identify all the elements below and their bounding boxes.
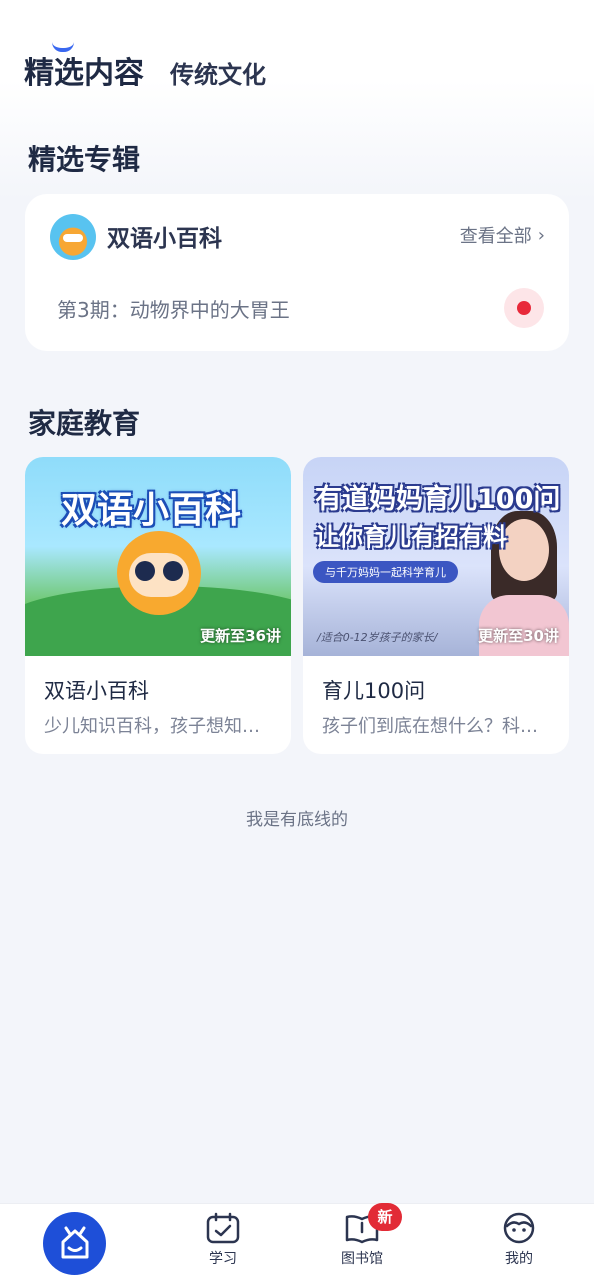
- featured-album-card[interactable]: 双语小百科 查看全部 › 第3期：动物界中的大胃王: [25, 194, 569, 351]
- cover-tagline: 与千万妈妈一起科学育儿: [313, 561, 458, 583]
- view-all-link[interactable]: 查看全部 ›: [460, 222, 545, 248]
- section-title-family-education: 家庭教育: [28, 407, 141, 440]
- nav-mine-label: 我的: [505, 1251, 533, 1267]
- top-tabs: 精选内容 传统文化: [24, 48, 266, 92]
- home-icon: [61, 1226, 88, 1258]
- bottom-navigation: 学习 图书馆 我的: [0, 1203, 594, 1280]
- new-badge: 新: [368, 1203, 402, 1231]
- nav-library-label: 图书馆: [341, 1251, 383, 1267]
- play-button[interactable]: [504, 288, 544, 328]
- profile-face-icon: [503, 1212, 535, 1244]
- tab-traditional-culture[interactable]: 传统文化: [170, 55, 266, 90]
- chevron-right-icon: ›: [537, 224, 545, 246]
- nav-home-button[interactable]: [43, 1212, 106, 1275]
- course-card-bilingual[interactable]: 双语小百科 更新至36讲 双语小百科 少儿知识百科，孩子想知…: [25, 457, 291, 754]
- course-cover-bilingual: 双语小百科 更新至36讲: [25, 457, 291, 656]
- monkey-eye-left: [135, 561, 155, 581]
- update-badge: 更新至36讲: [200, 627, 281, 645]
- cover-audience-note: /适合0-12岁孩子的家长/: [317, 631, 438, 644]
- nav-study-label: 学习: [209, 1251, 237, 1267]
- section-title-featured-albums: 精选专辑: [28, 143, 141, 176]
- album-avatar: [50, 214, 96, 260]
- course-subtitle: 少儿知识百科，孩子想知…: [44, 716, 260, 737]
- course-title: 双语小百科: [44, 679, 149, 703]
- nav-study[interactable]: 学习: [183, 1212, 263, 1268]
- nav-mine[interactable]: 我的: [479, 1212, 559, 1268]
- cover-title: 双语小百科: [61, 490, 242, 531]
- calendar-check-icon: [206, 1212, 240, 1244]
- monkey-eye-right: [163, 561, 183, 581]
- cover-title-line1: 有道妈妈育儿100问: [315, 484, 561, 515]
- end-of-list-note: 我是有底线的: [246, 810, 348, 830]
- course-cover-parenting: 有道妈妈育儿100问 让你育儿有招有料 与千万妈妈一起科学育儿 /适合0-12岁…: [303, 457, 569, 656]
- tab-featured[interactable]: 精选内容: [24, 48, 144, 92]
- episode-title[interactable]: 第3期：动物界中的大胃王: [57, 294, 290, 323]
- view-all-label: 查看全部: [459, 226, 532, 247]
- course-subtitle: 孩子们到底在想什么？科…: [322, 716, 538, 737]
- album-name: 双语小百科: [107, 226, 222, 252]
- course-title: 育儿100问: [322, 679, 426, 703]
- update-badge: 更新至30讲: [478, 627, 559, 645]
- cover-title-line2: 让你育儿有招有料: [315, 523, 507, 551]
- play-icon: [517, 301, 531, 315]
- course-card-parenting[interactable]: 有道妈妈育儿100问 让你育儿有招有料 与千万妈妈一起科学育儿 /适合0-12岁…: [303, 457, 569, 754]
